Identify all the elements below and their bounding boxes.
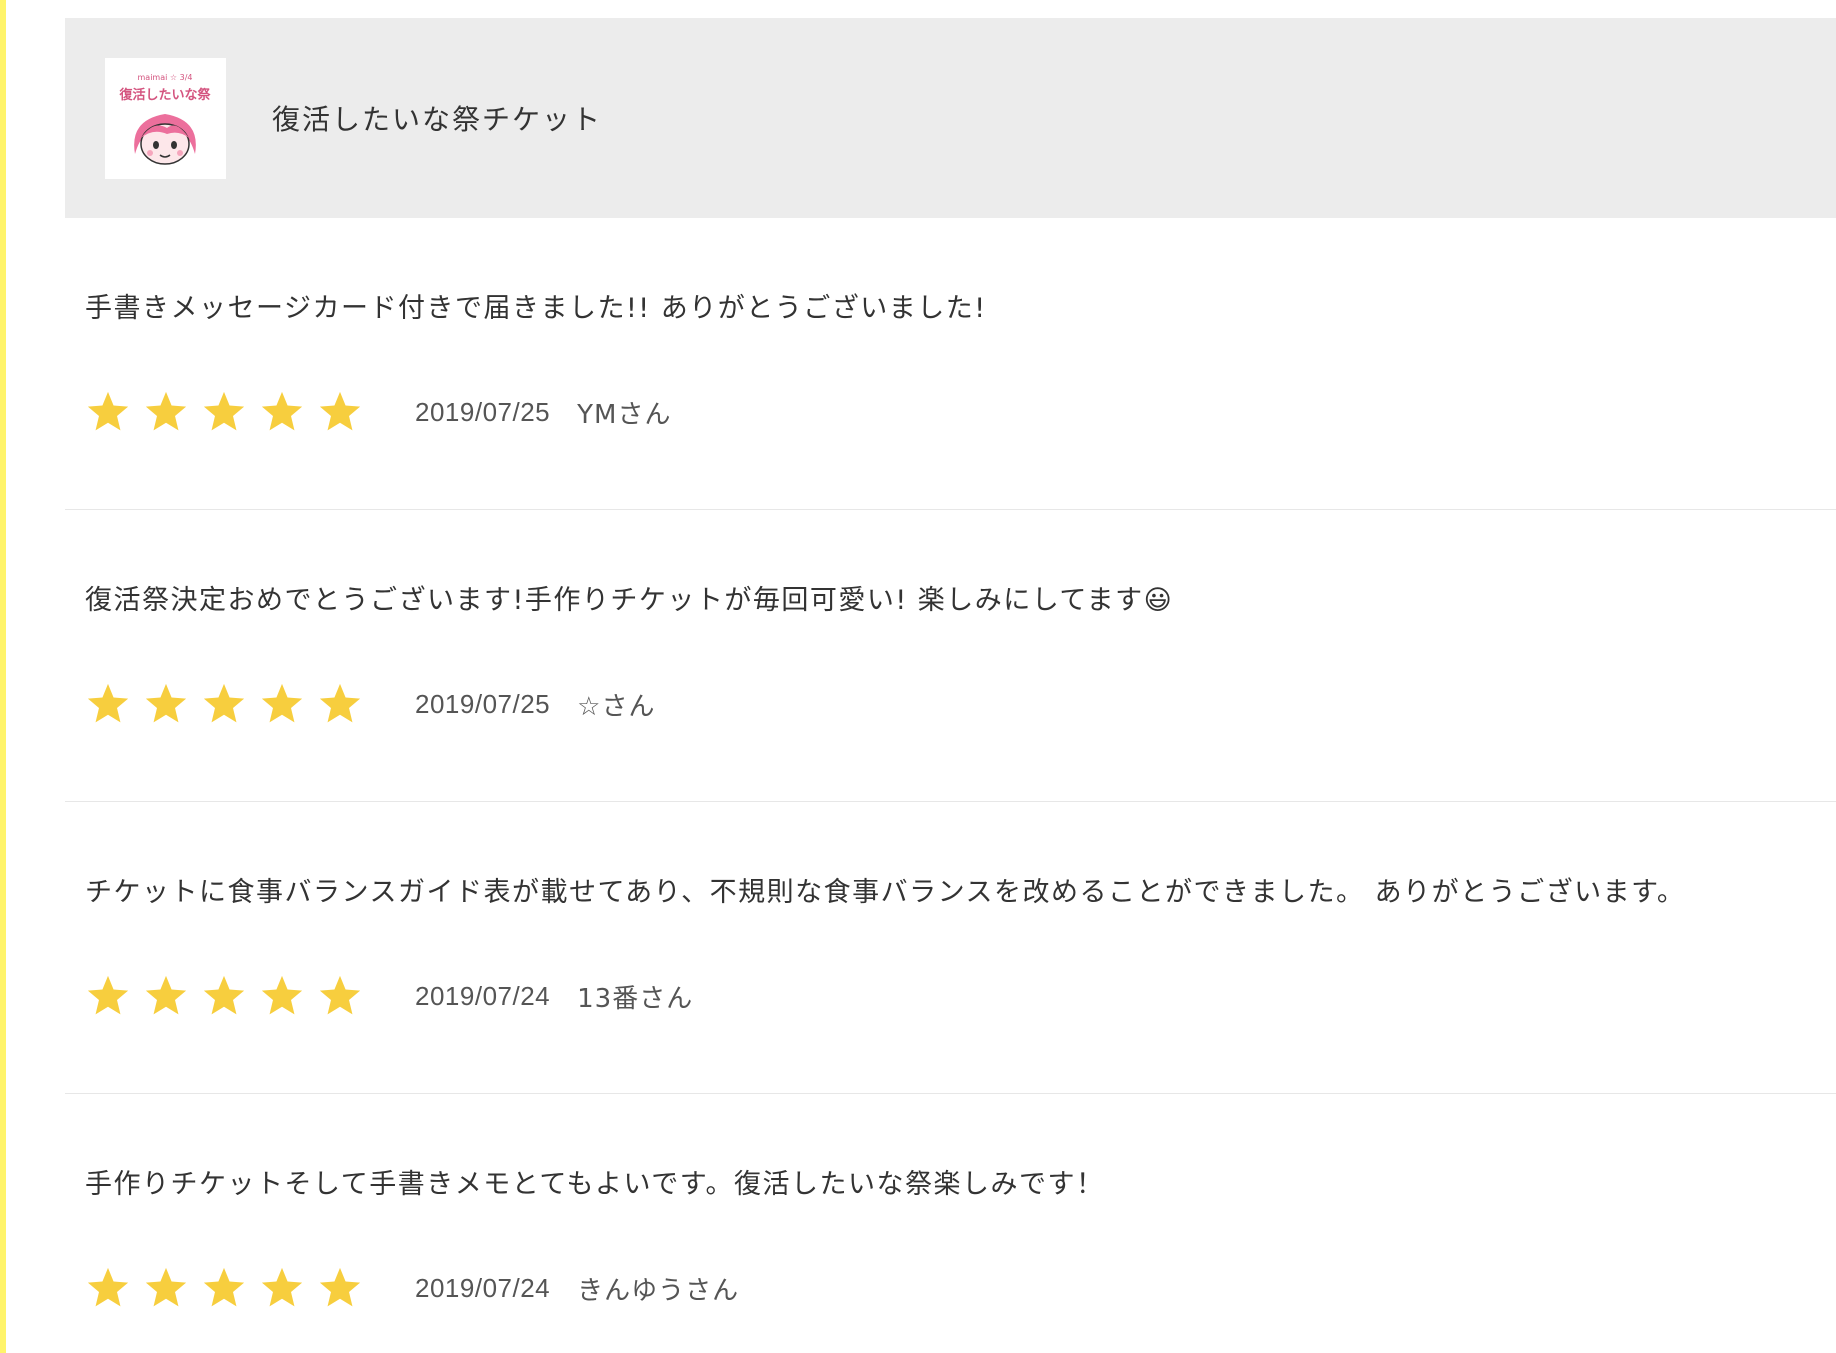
review-text: 手作りチケットそして手書きメモとてもよいです。復活したいな祭楽しみです！	[85, 1169, 1105, 1200]
svg-text:maimai ☆ 3/4: maimai ☆ 3/4	[138, 73, 193, 82]
star-icon	[261, 391, 303, 431]
star-icon	[87, 683, 129, 723]
review-author: YMさん	[577, 399, 672, 430]
review-text: チケットに食事バランスガイド表が載せてあり、不規則な食事バランスを改めることがで…	[85, 877, 1686, 908]
review-meta: 2019/07/24 13番さん	[85, 968, 693, 1024]
star-icon	[261, 1267, 303, 1307]
review-item: 手書きメッセージカード付きで届きました!! ありがとうございました! 2019/…	[65, 218, 1836, 510]
star-icon	[145, 391, 187, 431]
star-icon	[87, 1267, 129, 1307]
left-edge-accent	[0, 0, 6, 1353]
star-icon	[203, 391, 245, 431]
review-item: 手作りチケットそして手書きメモとてもよいです。復活したいな祭楽しみです！ 201…	[65, 1094, 1836, 1344]
product-header[interactable]: maimai ☆ 3/4 復活したいな祭 復活したいな祭チケット	[65, 18, 1836, 218]
star-icon	[87, 975, 129, 1015]
review-meta: 2019/07/24 きんゆうさん	[85, 1260, 739, 1316]
mascot-logo-icon: maimai ☆ 3/4 復活したいな祭	[105, 57, 226, 179]
star-icon	[261, 683, 303, 723]
star-icon	[145, 683, 187, 723]
star-icon	[261, 975, 303, 1015]
star-icon	[87, 391, 129, 431]
star-rating	[85, 681, 363, 727]
review-date: 2019/07/25	[415, 688, 551, 719]
product-title[interactable]: 復活したいな祭チケット	[272, 98, 602, 138]
review-text: 手書きメッセージカード付きで届きました!! ありがとうございました!	[85, 293, 987, 324]
review-date: 2019/07/24	[415, 980, 551, 1011]
review-author: きんゆうさん	[577, 1275, 740, 1306]
star-icon	[319, 683, 361, 723]
review-meta: 2019/07/25 YMさん	[85, 384, 671, 440]
star-icon	[145, 975, 187, 1015]
review-author: 13番さん	[577, 983, 694, 1014]
review-meta: 2019/07/25 ☆さん	[85, 676, 655, 732]
star-icon	[145, 1267, 187, 1307]
star-icon	[319, 1267, 361, 1307]
review-item: 復活祭決定おめでとうございます!手作りチケットが毎回可愛い! 楽しみにしてます😃…	[65, 510, 1836, 802]
review-author: ☆さん	[577, 691, 656, 722]
review-text: 復活祭決定おめでとうございます!手作りチケットが毎回可愛い! 楽しみにしてます😃	[85, 585, 1174, 616]
review-item: チケットに食事バランスガイド表が載せてあり、不規則な食事バランスを改めることがで…	[65, 802, 1836, 1094]
star-rating	[85, 1265, 363, 1311]
review-date: 2019/07/25	[415, 396, 551, 427]
star-icon	[203, 975, 245, 1015]
star-rating	[85, 973, 363, 1019]
reviews-panel: maimai ☆ 3/4 復活したいな祭 復活したいな祭チケット 手書きメッセー…	[65, 18, 1836, 1344]
star-rating	[85, 389, 363, 435]
star-icon	[203, 683, 245, 723]
svg-text:復活したいな祭: 復活したいな祭	[118, 87, 211, 103]
review-date: 2019/07/24	[415, 1272, 551, 1303]
star-icon	[319, 391, 361, 431]
star-icon	[319, 975, 361, 1015]
product-thumbnail[interactable]: maimai ☆ 3/4 復活したいな祭	[105, 57, 226, 179]
star-icon	[203, 1267, 245, 1307]
